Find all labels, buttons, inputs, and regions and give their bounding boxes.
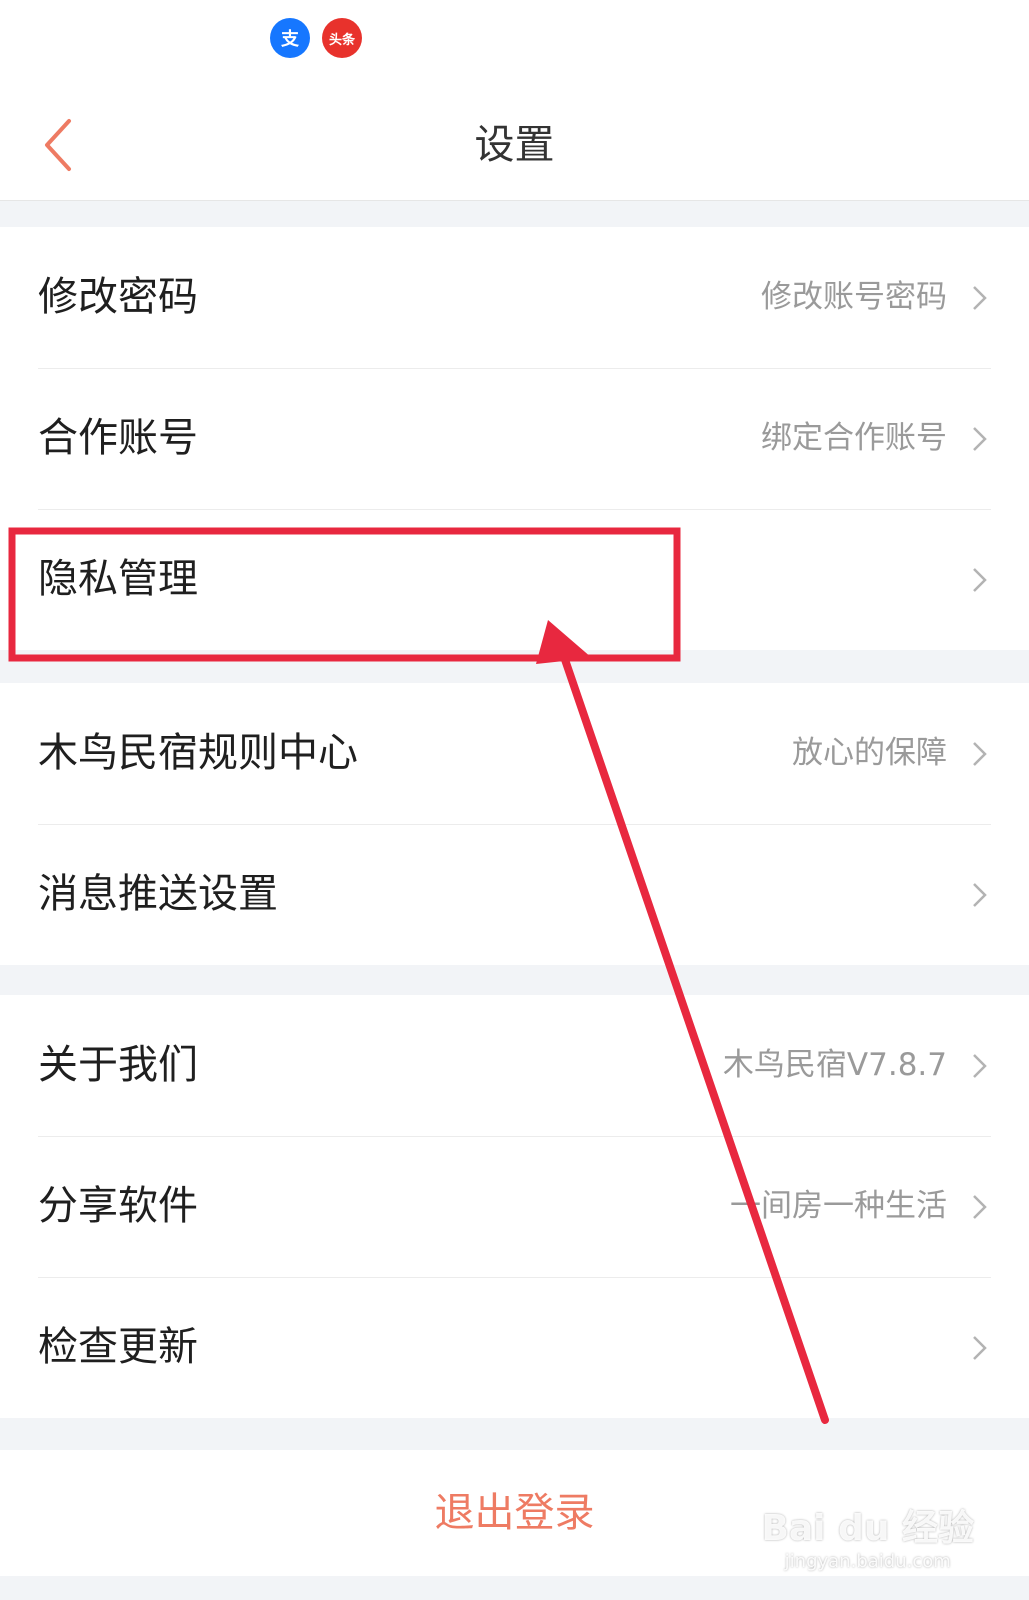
chevron-right-icon	[973, 1195, 987, 1219]
item-label: 消息推送设置	[38, 871, 278, 917]
settings-item-rules-center[interactable]: 木鸟民宿规则中心 放心的保障	[0, 683, 1029, 824]
item-label: 修改密码	[38, 274, 198, 320]
page-title: 设置	[474, 122, 555, 168]
watermark-url: jingyan.baidu.com	[784, 1551, 951, 1572]
item-value: 修改账号密码	[761, 279, 947, 315]
chevron-right-icon	[973, 427, 987, 451]
settings-item-push-settings[interactable]: 消息推送设置	[0, 824, 1029, 965]
settings-group-about: 关于我们 木鸟民宿V7.8.7 分享软件 一间房一种生活 检查更新	[0, 995, 1029, 1418]
chevron-right-icon	[973, 1336, 987, 1360]
chevron-right-icon	[973, 568, 987, 592]
item-label: 合作账号	[38, 415, 198, 461]
settings-item-privacy[interactable]: 隐私管理	[0, 509, 1029, 650]
item-label: 关于我们	[38, 1042, 198, 1088]
item-label: 检查更新	[38, 1324, 198, 1370]
baidu-jingyan-watermark: Bai du 经验 jingyan.baidu.com	[761, 1499, 974, 1572]
settings-item-change-password[interactable]: 修改密码 修改账号密码	[0, 227, 1029, 368]
nav-bar: 设置	[0, 90, 1029, 201]
chevron-right-icon	[973, 1054, 987, 1078]
item-label: 木鸟民宿规则中心	[38, 730, 358, 776]
alipay-icon: 支	[270, 18, 310, 58]
chevron-right-icon	[973, 883, 987, 907]
item-label: 分享软件	[38, 1183, 198, 1229]
status-bar: 支 头条	[0, 0, 1029, 90]
settings-item-check-update[interactable]: 检查更新	[0, 1277, 1029, 1418]
item-value: 放心的保障	[792, 735, 947, 771]
watermark-logo: Bai du 经验	[761, 1508, 974, 1549]
settings-item-share-app[interactable]: 分享软件 一间房一种生活	[0, 1136, 1029, 1277]
chevron-right-icon	[973, 742, 987, 766]
settings-item-partner-account[interactable]: 合作账号 绑定合作账号	[0, 368, 1029, 509]
item-value: 木鸟民宿V7.8.7	[722, 1047, 947, 1083]
item-label: 隐私管理	[38, 556, 198, 602]
item-value: 一间房一种生活	[730, 1188, 947, 1224]
settings-group-rules: 木鸟民宿规则中心 放心的保障 消息推送设置	[0, 683, 1029, 965]
chevron-right-icon	[973, 286, 987, 310]
toutiao-icon: 头条	[322, 18, 362, 58]
settings-item-about-us[interactable]: 关于我们 木鸟民宿V7.8.7	[0, 995, 1029, 1136]
settings-group-account: 修改密码 修改账号密码 合作账号 绑定合作账号 隐私管理	[0, 227, 1029, 650]
item-value: 绑定合作账号	[761, 420, 947, 456]
